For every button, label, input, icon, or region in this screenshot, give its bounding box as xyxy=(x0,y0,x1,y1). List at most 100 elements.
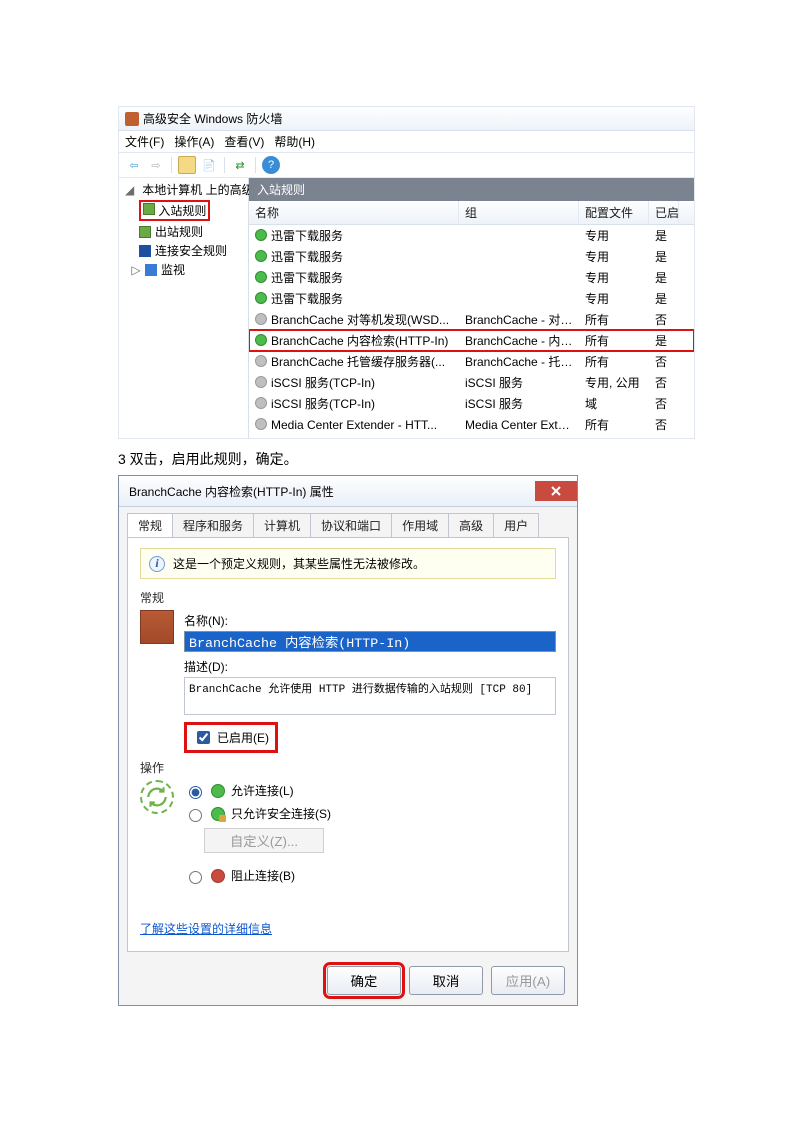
customize-button: 自定义(Z)... xyxy=(204,828,324,853)
table-row[interactable]: iSCSI 服务(TCP-In)iSCSI 服务域否 xyxy=(249,393,694,414)
expand-icon[interactable]: ▷ xyxy=(131,263,141,277)
rule-status-icon xyxy=(255,397,267,409)
list-header[interactable]: 名称 组 配置文件 已启 xyxy=(249,201,694,225)
connsec-icon xyxy=(139,245,151,257)
allow-icon xyxy=(211,784,225,798)
toolbar-separator xyxy=(255,157,256,173)
highlight-inbound: 入站规则 xyxy=(139,200,210,221)
col-profile[interactable]: 配置文件 xyxy=(579,201,649,224)
back-button[interactable]: ⇦ xyxy=(125,156,143,174)
toolbar: ⇦ ⇨ 📄 ⇄ ? xyxy=(119,153,694,178)
secure-icon xyxy=(211,807,225,821)
tab-programs[interactable]: 程序和服务 xyxy=(172,513,254,537)
col-group[interactable]: 组 xyxy=(459,201,579,224)
radio-allow-label: 允许连接(L) xyxy=(231,782,294,799)
desc-field[interactable] xyxy=(184,677,556,715)
menu-action[interactable]: 操作(A) xyxy=(174,133,214,150)
close-button[interactable] xyxy=(535,481,577,501)
radio-secure-label: 只允许安全连接(S) xyxy=(231,805,331,822)
section-general-label: 常规 xyxy=(140,589,556,606)
rule-status-icon xyxy=(255,334,267,346)
table-row[interactable]: 迅雷下载服务专用是 xyxy=(249,225,694,246)
show-tree-button[interactable] xyxy=(178,156,196,174)
enable-label: 已启用(E) xyxy=(217,729,269,746)
predefined-rule-notice: i 这是一个预定义规则，其某些属性无法被修改。 xyxy=(140,548,556,579)
help-button[interactable]: ? xyxy=(262,156,280,174)
properties-button[interactable]: 📄 xyxy=(200,156,218,174)
firewall-icon xyxy=(125,112,139,126)
dialog-tabs[interactable]: 常规 程序和服务 计算机 协议和端口 作用域 高级 用户 xyxy=(119,507,577,537)
window-titlebar: 高级安全 Windows 防火墙 xyxy=(119,107,694,131)
table-row[interactable]: BranchCache 内容检索(HTTP-In)BranchCache - 内… xyxy=(249,330,694,351)
list-caption: 入站规则 xyxy=(249,178,694,201)
menu-help[interactable]: 帮助(H) xyxy=(274,133,315,150)
tab-scope[interactable]: 作用域 xyxy=(391,513,449,537)
apply-button[interactable]: 应用(A) xyxy=(491,966,565,995)
tree-inbound-label: 入站规则 xyxy=(158,204,206,218)
table-row[interactable]: 迅雷下载服务专用是 xyxy=(249,288,694,309)
dialog-button-row: 确定 取消 应用(A) xyxy=(119,960,577,1005)
tab-computers[interactable]: 计算机 xyxy=(253,513,311,537)
rule-properties-dialog: BranchCache 内容检索(HTTP-In) 属性 常规 程序和服务 计算… xyxy=(118,475,578,1006)
forward-button[interactable]: ⇨ xyxy=(147,156,165,174)
refresh-button[interactable]: ⇄ xyxy=(231,156,249,174)
radio-block-label: 阻止连接(B) xyxy=(231,867,295,884)
col-enabled[interactable]: 已启 xyxy=(649,201,679,224)
radio-allow-secure-connection[interactable]: 只允许安全连接(S) xyxy=(184,805,556,822)
section-action-label: 操作 xyxy=(140,759,556,776)
tab-panel-general: i 这是一个预定义规则，其某些属性无法被修改。 常规 名称(N): 描述(D):… xyxy=(127,537,569,952)
rule-status-icon xyxy=(255,355,267,367)
info-text: 这是一个预定义规则，其某些属性无法被修改。 xyxy=(173,555,425,572)
dialog-titlebar[interactable]: BranchCache 内容检索(HTTP-In) 属性 xyxy=(119,476,577,507)
col-name[interactable]: 名称 xyxy=(249,201,459,224)
table-row[interactable]: BranchCache 托管缓存服务器(...BranchCache - 托管.… xyxy=(249,351,694,372)
tree-monitor[interactable]: ▷ 监视 xyxy=(123,260,244,279)
menu-view[interactable]: 查看(V) xyxy=(224,133,264,150)
inbound-icon xyxy=(143,203,155,215)
tree-outbound-rules[interactable]: 出站规则 xyxy=(123,222,244,241)
table-row[interactable]: BranchCache 对等机发现(WSD...BranchCache - 对等… xyxy=(249,309,694,330)
menu-bar[interactable]: 文件(F) 操作(A) 查看(V) 帮助(H) xyxy=(119,131,694,153)
tree-root[interactable]: ◢ 本地计算机 上的高级安全 xyxy=(123,180,244,199)
tree-pane[interactable]: ◢ 本地计算机 上的高级安全 入站规则 出站规则 连接安全规则 xyxy=(119,178,249,438)
tab-advanced[interactable]: 高级 xyxy=(448,513,494,537)
ok-button[interactable]: 确定 xyxy=(327,966,401,995)
tree-connsec-rules[interactable]: 连接安全规则 xyxy=(123,241,244,260)
tree-inbound-rules[interactable]: 入站规则 xyxy=(123,199,244,222)
table-row[interactable]: iSCSI 服务(TCP-In)iSCSI 服务专用, 公用否 xyxy=(249,372,694,393)
tab-protocols[interactable]: 协议和端口 xyxy=(310,513,392,537)
dialog-title: BranchCache 内容检索(HTTP-In) 属性 xyxy=(129,483,334,500)
toolbar-separator xyxy=(224,157,225,173)
enable-checkbox[interactable] xyxy=(197,731,210,744)
desc-field-label: 描述(D): xyxy=(184,658,556,675)
radio-allow-connection[interactable]: 允许连接(L) xyxy=(184,782,556,799)
action-recycle-icon xyxy=(140,780,174,814)
expand-icon[interactable]: ◢ xyxy=(125,183,134,197)
cancel-button[interactable]: 取消 xyxy=(409,966,483,995)
tab-users[interactable]: 用户 xyxy=(493,513,539,537)
monitor-icon xyxy=(145,264,157,276)
tab-general[interactable]: 常规 xyxy=(127,513,173,537)
menu-file[interactable]: 文件(F) xyxy=(125,133,164,150)
table-row[interactable]: 迅雷下载服务专用是 xyxy=(249,246,694,267)
rules-rows[interactable]: 迅雷下载服务专用是迅雷下载服务专用是迅雷下载服务专用是迅雷下载服务专用是Bran… xyxy=(249,225,694,438)
radio-allow[interactable] xyxy=(189,786,202,799)
enable-checkbox-row[interactable]: 已启用(E) xyxy=(184,722,278,753)
radio-block[interactable] xyxy=(189,871,202,884)
table-row[interactable]: Media Center Extender - qW...Media Cente… xyxy=(249,435,694,438)
learn-more-link[interactable]: 了解这些设置的详细信息 xyxy=(140,920,272,937)
tree-outbound-label: 出站规则 xyxy=(155,223,203,240)
radio-secure[interactable] xyxy=(189,809,202,822)
tree-connsec-label: 连接安全规则 xyxy=(155,242,227,259)
rule-status-icon xyxy=(255,292,267,304)
firewall-brick-icon xyxy=(140,610,174,644)
table-row[interactable]: 迅雷下载服务专用是 xyxy=(249,267,694,288)
radio-block-connection[interactable]: 阻止连接(B) xyxy=(184,867,556,884)
rule-status-icon xyxy=(255,376,267,388)
outbound-icon xyxy=(139,226,151,238)
table-row[interactable]: Media Center Extender - HTT...Media Cent… xyxy=(249,414,694,435)
toolbar-separator xyxy=(171,157,172,173)
name-field[interactable] xyxy=(184,631,556,652)
name-field-label: 名称(N): xyxy=(184,612,556,629)
rule-status-icon xyxy=(255,313,267,325)
